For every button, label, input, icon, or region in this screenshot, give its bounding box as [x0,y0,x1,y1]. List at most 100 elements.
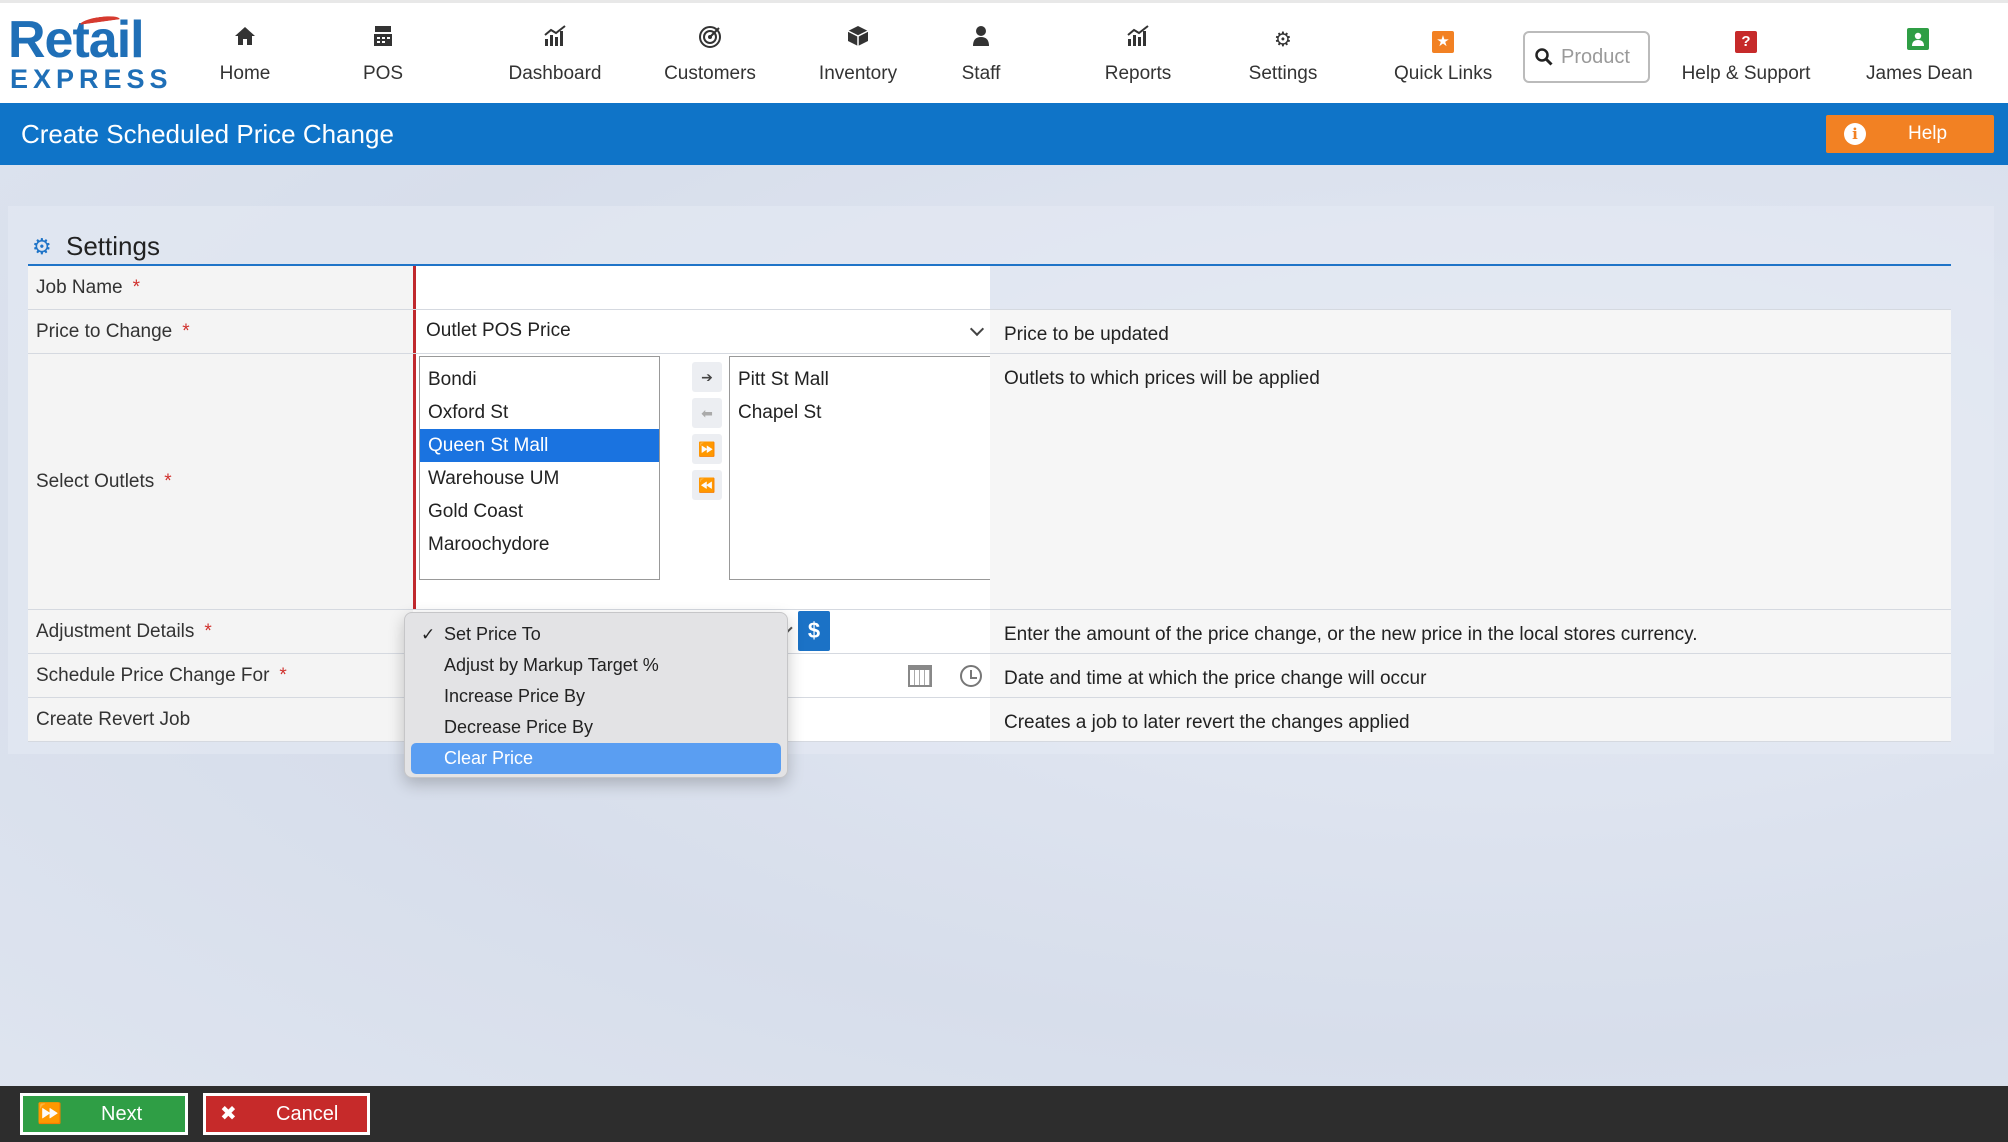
help-button[interactable]: i Help [1826,115,1994,153]
move-right-button[interactable]: ➔ [692,362,722,392]
dropdown-option-clear-price[interactable]: Clear Price [411,743,781,774]
box-icon [815,25,901,55]
checkmark-icon: ✓ [421,625,436,644]
nav-pos-label: POS [362,63,404,84]
available-outlet-option[interactable]: Bondi [420,363,659,396]
revert-row: Create Revert Job Creates a job to later… [28,698,1951,742]
nav-inventory[interactable]: Inventory [815,25,901,91]
move-all-right-button[interactable]: ⏩ [692,434,722,464]
clock-icon[interactable] [960,665,982,687]
price-to-change-row: Price to Change * Outlet POS Price Price … [28,310,1951,354]
nav-help-support[interactable]: ? Help & Support [1680,25,1812,91]
schedule-label: Schedule Price Change For * [28,654,413,697]
dropdown-option-decrease-price[interactable]: Decrease Price By [411,712,781,743]
select-outlets-label: Select Outlets * [28,354,413,609]
move-left-button[interactable]: ⬅ [692,398,722,428]
nav-pos[interactable]: POS [358,25,408,91]
available-outlet-option[interactable]: Warehouse UM [420,462,659,495]
dropdown-option-increase-price[interactable]: Increase Price By [411,681,781,712]
adjustment-details-description: Enter the amount of the price change, or… [990,610,1951,653]
transfer-buttons: ➔ ⬅ ⏩ ⏪ [692,362,722,506]
available-outlets-list[interactable]: Bondi Oxford St Queen St Mall Warehouse … [419,356,660,580]
nav-help-support-label: Help & Support [1681,63,1811,84]
schedule-description: Date and time at which the price change … [990,654,1951,697]
product-search-input[interactable] [1561,45,1641,69]
chevron-down-icon [969,321,985,337]
schedule-row: Schedule Price Change For * Date and time… [28,654,1951,698]
bar-chart-icon [505,25,605,55]
available-outlet-option[interactable]: Oxford St [420,396,659,429]
adjustment-details-label: Adjustment Details * [28,610,413,653]
dropdown-option-set-price-to[interactable]: ✓ Set Price To [411,619,781,650]
gear-icon: ⚙ [32,234,52,259]
select-outlets-description: Outlets to which prices will be applied [990,354,1951,609]
arrow-left-icon: ⬅ [701,404,713,421]
nav-customers-label: Customers [664,63,756,84]
double-arrow-right-icon: ⏩ [698,440,716,457]
nav-home[interactable]: Home [215,25,275,91]
selected-outlet-option[interactable]: Pitt St Mall [730,363,1012,396]
move-all-left-button[interactable]: ⏪ [692,470,722,500]
home-icon [215,25,275,55]
retail-express-logo[interactable]: Retail EXPRESS [8,11,173,94]
bar-chart-icon [1102,25,1174,55]
product-search[interactable] [1523,31,1650,83]
available-outlet-option-selected[interactable]: Queen St Mall [420,429,659,462]
person-icon [956,25,1006,55]
logo-line1: Retail [8,11,145,69]
dropdown-option-adjust-markup[interactable]: Adjust by Markup Target % [411,650,781,681]
help-button-label: Help [1908,123,1948,144]
calendar-icon[interactable] [908,665,932,687]
next-button[interactable]: ⏩ Next [20,1093,188,1135]
nav-user-account[interactable]: James Dean [1866,25,1973,91]
nav-quick-links-label: Quick Links [1394,63,1493,84]
selected-outlets-list[interactable]: Pitt St Mall Chapel St [729,356,1013,580]
page-title: Create Scheduled Price Change [21,119,394,149]
cancel-button[interactable]: ✖ Cancel [203,1093,370,1135]
job-name-row: Job Name * [28,266,1951,310]
logo-line2: EXPRESS [10,64,173,94]
nav-inventory-label: Inventory [818,63,898,84]
double-arrow-left-icon: ⏪ [698,476,716,493]
user-icon [1866,25,1970,55]
select-outlets-control: Bondi Oxford St Queen St Mall Warehouse … [413,354,1013,609]
nav-reports[interactable]: Reports [1102,25,1174,91]
nav-customers[interactable]: Customers [662,25,758,91]
page-title-bar: Create Scheduled Price Change i Help [0,103,2008,165]
price-to-change-select[interactable]: Outlet POS Price [413,310,990,353]
question-icon: ? [1680,25,1812,55]
nav-settings-label: Settings [1248,63,1318,84]
star-icon: ★ [1394,25,1492,55]
revert-label: Create Revert Job [28,698,413,741]
price-to-change-description: Price to be updated [990,310,1951,353]
close-icon: ✖ [220,1103,237,1125]
nav-staff[interactable]: Staff [956,25,1006,91]
selected-outlet-option[interactable]: Chapel St [730,396,1012,429]
nav-quick-links[interactable]: ★ Quick Links [1394,25,1492,91]
footer-action-bar: ⏩ Next ✖ Cancel [0,1086,2008,1142]
target-icon [662,25,758,55]
job-name-description [990,266,1951,309]
revert-description: Creates a job to later revert the change… [990,698,1951,741]
adjustment-type-dropdown: ✓ Set Price To Adjust by Markup Target %… [404,612,788,778]
price-to-change-label: Price to Change * [28,310,413,353]
nav-dashboard-label: Dashboard [508,63,602,84]
nav-reports-label: Reports [1104,63,1172,84]
adjustment-details-row: Adjustment Details * Enter the amount of … [28,610,1951,654]
select-outlets-row: Select Outlets * Bondi Oxford St Queen St… [28,354,1951,610]
gear-icon: ⚙ [1274,29,1292,51]
fast-forward-icon: ⏩ [37,1103,62,1125]
available-outlet-option[interactable]: Maroochydore [420,528,659,561]
nav-home-label: Home [219,63,271,84]
search-icon [1535,48,1553,66]
nav-staff-label: Staff [961,63,1001,84]
register-icon [358,25,408,55]
cancel-button-label: Cancel [276,1103,339,1125]
job-name-input[interactable] [413,266,990,309]
price-to-change-value: Outlet POS Price [426,320,571,341]
nav-dashboard[interactable]: Dashboard [505,25,605,91]
nav-settings[interactable]: ⚙ Settings [1248,25,1318,91]
currency-toggle-button[interactable]: $ [798,611,830,651]
available-outlet-option[interactable]: Gold Coast [420,495,659,528]
top-navigation: Retail EXPRESS Home POS Dashboard Custom… [0,0,2008,103]
